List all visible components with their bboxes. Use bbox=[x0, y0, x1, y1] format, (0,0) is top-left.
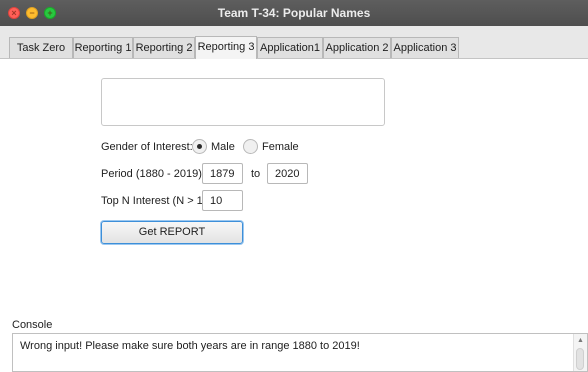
gender-female-label: Female bbox=[262, 141, 299, 153]
window-titlebar: × − + Team T-34: Popular Names bbox=[0, 0, 588, 26]
period-end-input[interactable] bbox=[267, 163, 308, 184]
period-to-label: to bbox=[251, 168, 261, 180]
gender-female-radio[interactable] bbox=[243, 139, 258, 154]
tab-task-zero[interactable]: Task Zero bbox=[9, 37, 73, 58]
tab-application-2[interactable]: Application 2 bbox=[323, 37, 391, 58]
gender-male-label: Male bbox=[211, 141, 235, 153]
tab-reporting-3[interactable]: Reporting 3 bbox=[195, 36, 257, 59]
scroll-thumb[interactable] bbox=[576, 348, 584, 370]
tab-application-1[interactable]: Application1 bbox=[257, 37, 323, 58]
tab-application-3[interactable]: Application 3 bbox=[391, 37, 459, 58]
tab-reporting-2[interactable]: Reporting 2 bbox=[133, 37, 195, 58]
window-title: Team T-34: Popular Names bbox=[217, 6, 371, 20]
tab-reporting-1[interactable]: Reporting 1 bbox=[73, 37, 133, 58]
topn-input[interactable] bbox=[202, 190, 243, 211]
period-start-input[interactable] bbox=[202, 163, 243, 184]
gender-male-radio[interactable] bbox=[192, 139, 207, 154]
period-label: Period (1880 - 2019): bbox=[101, 168, 205, 180]
scroll-up-icon[interactable]: ▲ bbox=[577, 337, 584, 344]
console-output[interactable]: Wrong input! Please make sure both years… bbox=[12, 333, 588, 372]
get-report-button[interactable]: Get REPORT bbox=[101, 221, 243, 244]
gender-label: Gender of Interest: bbox=[101, 141, 193, 153]
console-message: Wrong input! Please make sure both years… bbox=[20, 340, 360, 352]
topn-label: Top N Interest (N > 1): bbox=[101, 195, 210, 207]
tab-bar: Task Zero Reporting 1 Reporting 2 Report… bbox=[0, 26, 588, 59]
console-label: Console bbox=[12, 319, 53, 331]
report-output-area[interactable] bbox=[101, 78, 385, 126]
console-scrollbar[interactable]: ▲ bbox=[573, 334, 587, 371]
